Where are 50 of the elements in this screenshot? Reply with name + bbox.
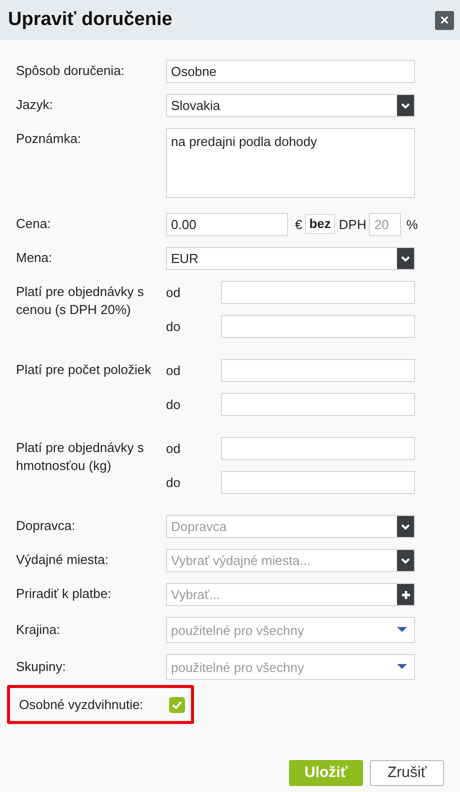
field-label: Výdajné miesta: [16, 551, 110, 569]
chevron-down-icon[interactable] [397, 248, 414, 269]
range-input[interactable] [221, 359, 415, 382]
field-label: Skupiny: [16, 658, 67, 676]
range-input[interactable] [221, 393, 415, 416]
field-label: Platí pre objednávky s hmotnosťou (kg) [16, 439, 145, 475]
field-label: Mena: [16, 249, 54, 267]
field-label: Poznámka: [16, 130, 82, 148]
chevron-down-icon[interactable] [397, 95, 414, 116]
close-button[interactable]: × [435, 10, 454, 30]
field-label: Osobné vyzdvihnutie: [19, 696, 144, 714]
plus-icon[interactable] [397, 584, 414, 605]
chevron-down-icon[interactable] [397, 516, 414, 537]
multiselect-field[interactable]: použitelné pro všechny [166, 617, 415, 643]
range-label: od [166, 284, 182, 302]
price-input[interactable]: 0.00 [166, 213, 288, 236]
range-label: do [166, 318, 182, 336]
checkbox[interactable] [169, 696, 185, 712]
field-label: Cena: [16, 215, 52, 233]
field-label: Spôsob doručenia: [16, 62, 126, 80]
field-label: Platí pre objednávky s cenou (s DPH 20%) [16, 283, 145, 319]
currency-symbol: € [295, 216, 302, 234]
range-input[interactable] [221, 437, 415, 460]
note-field[interactable]: na predajni podla dohody [166, 128, 415, 198]
field-label: Platí pre počet položiek [16, 361, 152, 379]
range-input[interactable] [221, 281, 415, 304]
caret-icon [397, 664, 407, 669]
range-label: do [166, 474, 182, 492]
caret-icon [397, 627, 407, 632]
check-icon [172, 700, 182, 708]
range-input[interactable] [221, 315, 415, 338]
select-field[interactable]: EUR [166, 247, 415, 270]
range-label: od [166, 440, 182, 458]
chevron-down-icon[interactable] [397, 550, 414, 571]
tax-toggle-button[interactable]: bez [305, 214, 335, 234]
range-label: do [166, 396, 182, 414]
field-label: Dopravca: [16, 517, 76, 535]
range-label: od [166, 362, 182, 380]
field-label: Krajina: [16, 621, 62, 639]
percent-sign: % [406, 216, 418, 234]
range-input[interactable] [221, 471, 415, 494]
multiselect-field[interactable]: použitelné pro všechny [166, 654, 415, 680]
tax-rate-input[interactable]: 20 [369, 213, 402, 236]
text-input[interactable]: Osobne [166, 60, 415, 83]
field-label: Jazyk: [16, 96, 54, 114]
select-field[interactable]: Slovakia [166, 94, 415, 117]
dialog-title: Upraviť doručenie [8, 8, 172, 32]
field-label: Priradiť k platbe: [16, 585, 112, 603]
tax-label: DPH [338, 216, 366, 234]
cancel-button[interactable]: Zrušiť [370, 760, 444, 786]
